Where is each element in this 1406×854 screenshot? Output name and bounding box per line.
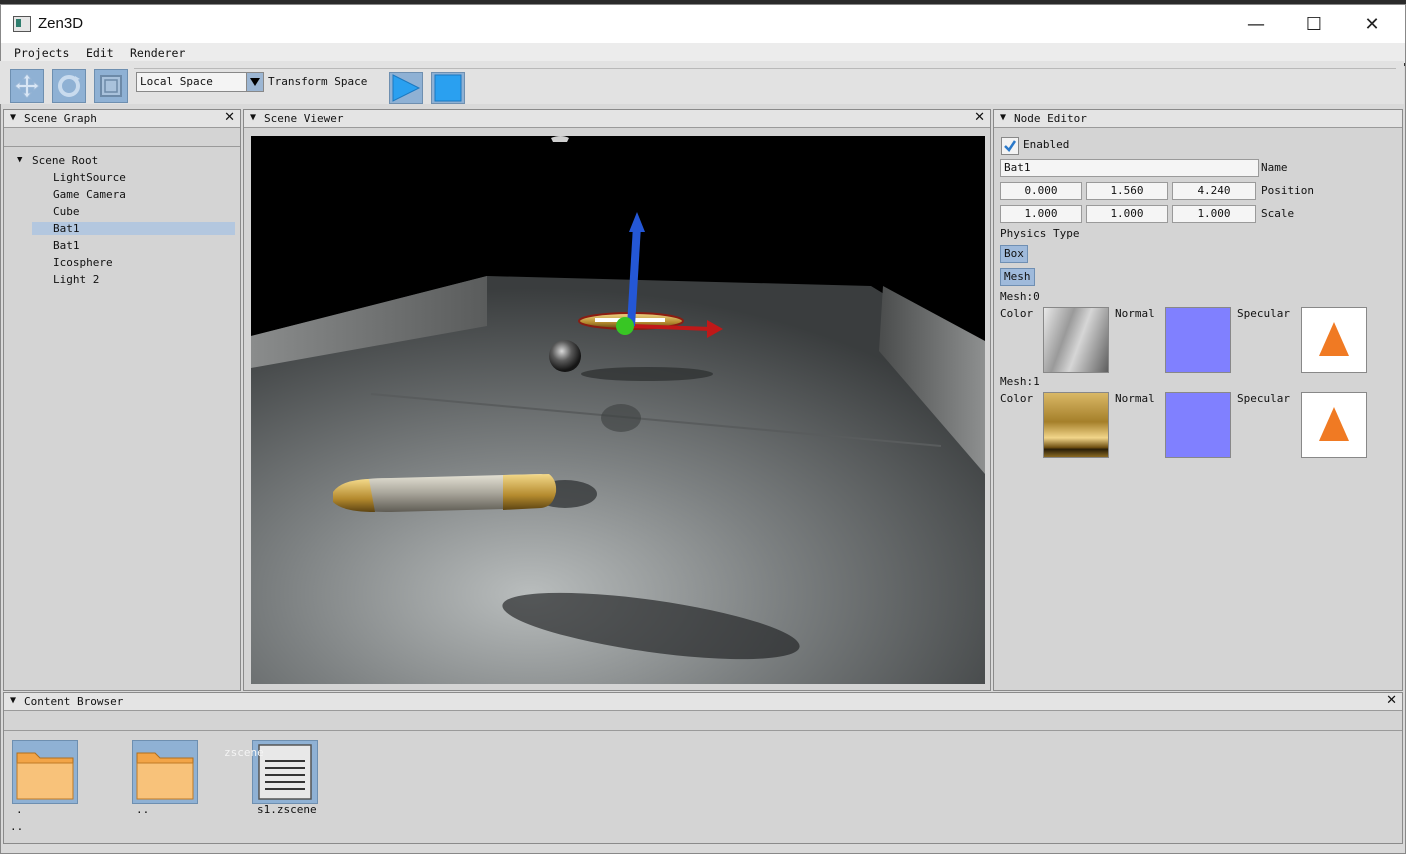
mesh-1-label: Mesh:1 [1000,375,1040,388]
mesh-0-specular-label: Specular [1237,307,1290,320]
node-editor-title: Node Editor [1014,112,1087,125]
enabled-label: Enabled [1023,138,1070,151]
menu-edit[interactable]: Edit [86,46,114,60]
tree-expand-icon[interactable]: ▼ [17,155,22,165]
scale-y-field[interactable]: 1.000 [1086,205,1168,223]
title-bar: Zen3D — ☐ ✕ [1,5,1405,43]
close-icon[interactable]: ✕ [224,110,235,125]
collapse-triangle-icon[interactable]: ▼ [10,695,16,706]
scene-graph-divider [4,146,240,147]
collapse-triangle-icon[interactable]: ▼ [1000,112,1006,123]
close-icon[interactable]: ✕ [974,110,985,125]
menu-projects[interactable]: Projects [14,46,69,60]
content-browser-footer: .. [10,820,24,833]
physics-mesh-option[interactable]: Mesh [1000,268,1035,286]
mesh-0-color-texture[interactable] [1043,307,1109,373]
play-button[interactable] [389,72,423,104]
mesh-0-specular-texture[interactable] [1301,307,1367,373]
mesh-1-color-label: Color [1000,392,1034,405]
folder-current[interactable] [12,740,78,804]
scale-x-field[interactable]: 1.000 [1000,205,1082,223]
transform-space-label: Transform Space [268,75,368,88]
scene-render [251,136,985,684]
physics-box-option[interactable]: Box [1000,245,1028,263]
scene-graph-panel: ▼ Scene Graph ✕ ▼ Scene Root LightSource… [3,109,241,691]
chevron-down-icon[interactable] [246,73,263,91]
file-s1-zscene-label: s1.zscene [257,803,317,816]
position-label: Position [1261,184,1314,197]
tree-item-selected[interactable]: Bat1 [53,222,80,235]
collapse-triangle-icon[interactable]: ▼ [10,112,16,123]
mesh-0-color-label: Color [1000,307,1034,320]
move-tool-button[interactable] [10,69,44,103]
move-icon [14,73,40,99]
rotate-tool-button[interactable] [52,69,86,103]
transform-space-select[interactable]: Local Space [136,72,264,92]
tree-root[interactable]: Scene Root [32,154,98,167]
folder-icon [136,752,194,800]
stop-icon [434,74,462,102]
close-window-button[interactable]: ✕ [1343,5,1401,43]
node-editor-panel: ▼ Node Editor Enabled Bat1 Name 0.000 1.… [993,109,1403,691]
collapse-triangle-icon[interactable]: ▼ [250,112,256,123]
tree-item[interactable]: Bat1 [53,239,80,252]
content-browser-header: ▼ Content Browser ✕ [4,693,1402,711]
scene-viewer-header: ▼ Scene Viewer ✕ [244,110,990,128]
checkmark-icon [1004,140,1017,152]
position-z-field[interactable]: 4.240 [1172,182,1256,200]
scene-viewer-title: Scene Viewer [264,112,344,125]
close-icon[interactable]: ✕ [1386,693,1397,708]
node-editor-header: ▼ Node Editor [994,110,1402,128]
folder-icon [16,752,74,800]
content-browser-panel: ▼ Content Browser ✕ [3,692,1403,844]
content-browser-divider [4,730,1402,731]
tree-item[interactable]: Cube [53,205,80,218]
maximize-button[interactable]: ☐ [1285,5,1343,43]
mesh-1-normal-label: Normal [1115,392,1155,405]
minimize-button[interactable]: — [1227,5,1285,43]
position-x-field[interactable]: 0.000 [1000,182,1082,200]
enabled-checkbox[interactable] [1001,137,1019,155]
scale-z-field[interactable]: 1.000 [1172,205,1256,223]
menu-renderer[interactable]: Renderer [130,46,185,60]
mesh-1-specular-label: Specular [1237,392,1290,405]
tree-item[interactable]: LightSource [53,171,126,184]
content-browser-title: Content Browser [24,695,124,708]
scene-graph-header: ▼ Scene Graph ✕ [4,110,240,128]
stop-button[interactable] [431,72,465,104]
mesh-0-label: Mesh:0 [1000,290,1040,303]
folder-current-label: . [16,803,23,816]
tree-item[interactable]: Light 2 [53,273,99,286]
scene-viewer-panel: ▼ Scene Viewer ✕ [243,109,991,691]
name-label: Name [1261,161,1288,174]
tree-item[interactable]: Game Camera [53,188,126,201]
scale-tool-button[interactable] [94,69,128,103]
3d-viewport[interactable] [251,136,985,684]
position-y-field[interactable]: 1.560 [1086,182,1168,200]
mesh-1-normal-texture[interactable] [1165,392,1231,458]
mesh-1-color-texture[interactable] [1043,392,1109,458]
folder-parent-label: .. [136,803,150,816]
mesh-0-normal-texture[interactable] [1165,307,1231,373]
scale-icon [100,75,122,97]
window-title: Zen3D [38,15,84,32]
file-type-tag: zscene [224,746,264,759]
mesh-0-normal-label: Normal [1115,307,1155,320]
mesh-1-specular-texture[interactable] [1301,392,1367,458]
toolbar-divider [134,68,1396,69]
scene-graph-title: Scene Graph [24,112,97,125]
folder-parent[interactable] [132,740,198,804]
physics-type-label: Physics Type [1000,227,1080,240]
transform-space-value: Local Space [140,75,213,88]
scale-label: Scale [1261,207,1295,220]
name-field[interactable]: Bat1 [1000,159,1259,177]
rotate-icon [58,75,80,97]
app-icon [13,16,31,32]
tree-item[interactable]: Icosphere [53,256,113,269]
play-icon [392,74,421,102]
